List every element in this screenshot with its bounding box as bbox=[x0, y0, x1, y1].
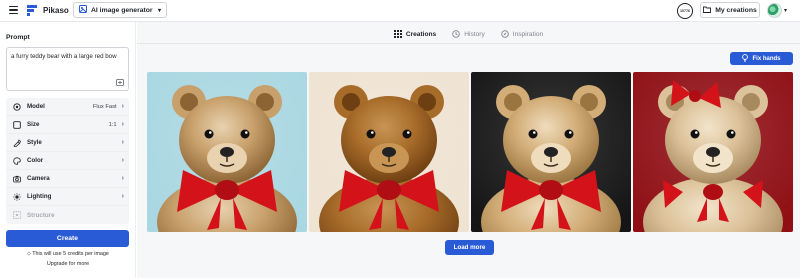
tab-history[interactable]: History bbox=[452, 28, 485, 41]
setting-label: Lighting bbox=[27, 193, 52, 200]
tag-icon: ⬦ bbox=[27, 251, 31, 257]
inspiration-icon bbox=[501, 29, 509, 40]
generated-image[interactable] bbox=[147, 72, 307, 232]
setting-camera[interactable]: Camera › bbox=[6, 170, 129, 188]
chevron-right-icon: › bbox=[121, 175, 124, 182]
tabs: Creations History Inspiration bbox=[137, 28, 800, 41]
setting-label: Model bbox=[27, 103, 45, 110]
credits-note-text: This will use 5 credits per image bbox=[32, 251, 109, 257]
color-icon bbox=[13, 156, 21, 165]
grid-icon bbox=[393, 29, 402, 40]
tab-history-label: History bbox=[464, 31, 485, 38]
setting-value: 1:1 bbox=[108, 121, 117, 128]
generated-image[interactable] bbox=[309, 72, 469, 232]
structure-icon bbox=[13, 211, 21, 219]
setting-lighting[interactable]: Lighting › bbox=[6, 188, 129, 206]
load-more-button[interactable]: Load more bbox=[445, 240, 494, 255]
chevron-down-icon[interactable]: ▾ bbox=[784, 7, 787, 14]
menu-icon[interactable] bbox=[9, 6, 18, 15]
tab-creations-label: Creations bbox=[405, 31, 437, 38]
logo-icon[interactable] bbox=[27, 5, 37, 16]
model-icon bbox=[13, 102, 21, 111]
chevron-down-icon: ▾ bbox=[157, 7, 161, 14]
prompt-label: Prompt bbox=[6, 34, 30, 41]
history-icon bbox=[452, 29, 460, 40]
setting-structure: Structure bbox=[6, 206, 129, 224]
image-gallery bbox=[147, 72, 793, 232]
tab-creations[interactable]: Creations bbox=[393, 28, 437, 41]
setting-size[interactable]: Size 1:1 › bbox=[6, 116, 129, 134]
generated-image[interactable] bbox=[471, 72, 631, 232]
top-bar: Pikaso AI image generator ▾ 10776 My cre… bbox=[0, 0, 800, 22]
prompt-text: a furry teddy bear with a large red bow bbox=[11, 53, 117, 60]
bulb-icon bbox=[742, 53, 749, 64]
chevron-right-icon: › bbox=[121, 121, 124, 128]
size-icon bbox=[13, 120, 21, 129]
style-icon bbox=[13, 138, 21, 147]
chevron-right-icon: › bbox=[121, 193, 124, 200]
generated-image[interactable] bbox=[633, 72, 793, 232]
sidebar: Prompt a furry teddy bear with a large r… bbox=[0, 22, 136, 278]
avatar[interactable] bbox=[767, 3, 782, 18]
lighting-icon bbox=[13, 192, 21, 201]
brand-name: Pikaso bbox=[43, 6, 69, 15]
setting-label: Size bbox=[27, 121, 40, 128]
prompt-input[interactable]: a furry teddy bear with a large red bow bbox=[6, 47, 129, 91]
setting-label: Camera bbox=[27, 175, 50, 182]
create-button[interactable]: Create bbox=[6, 230, 129, 247]
setting-model[interactable]: Model Flux Fast › bbox=[6, 98, 129, 116]
credits-badge[interactable]: 10776 bbox=[677, 3, 693, 19]
setting-label: Structure bbox=[27, 211, 55, 219]
tool-select[interactable]: AI image generator ▾ bbox=[73, 2, 167, 18]
credits-note: ⬦ This will use 5 credits per image bbox=[0, 251, 136, 258]
my-creations-label: My creations bbox=[715, 6, 757, 14]
upgrade-link[interactable]: Upgrade for more bbox=[0, 261, 136, 267]
setting-value: Flux Fast bbox=[92, 103, 117, 110]
tab-inspiration-label: Inspiration bbox=[512, 31, 544, 38]
main-area: Creations History Inspiration Fix hands … bbox=[137, 22, 800, 278]
settings-list: Model Flux Fast › Size 1:1 › Style › Color › Camer… bbox=[6, 98, 129, 224]
setting-label: Style bbox=[27, 139, 42, 146]
setting-color[interactable]: Color › bbox=[6, 152, 129, 170]
folder-icon bbox=[703, 6, 712, 15]
divider bbox=[137, 43, 800, 44]
chevron-right-icon: › bbox=[121, 139, 124, 146]
fix-hands-button[interactable]: Fix hands bbox=[730, 52, 793, 65]
chevron-right-icon: › bbox=[121, 157, 124, 164]
fix-hands-label: Fix hands bbox=[752, 55, 781, 62]
prompt-tools-icon[interactable] bbox=[116, 79, 124, 86]
tool-select-label: AI image generator bbox=[91, 6, 153, 14]
setting-label: Color bbox=[27, 157, 44, 164]
setting-style[interactable]: Style › bbox=[6, 134, 129, 152]
camera-icon bbox=[13, 175, 21, 183]
tab-inspiration[interactable]: Inspiration bbox=[501, 28, 543, 41]
image-generator-icon bbox=[79, 5, 87, 15]
chevron-right-icon: › bbox=[121, 103, 124, 110]
my-creations-button[interactable]: My creations bbox=[700, 2, 760, 18]
